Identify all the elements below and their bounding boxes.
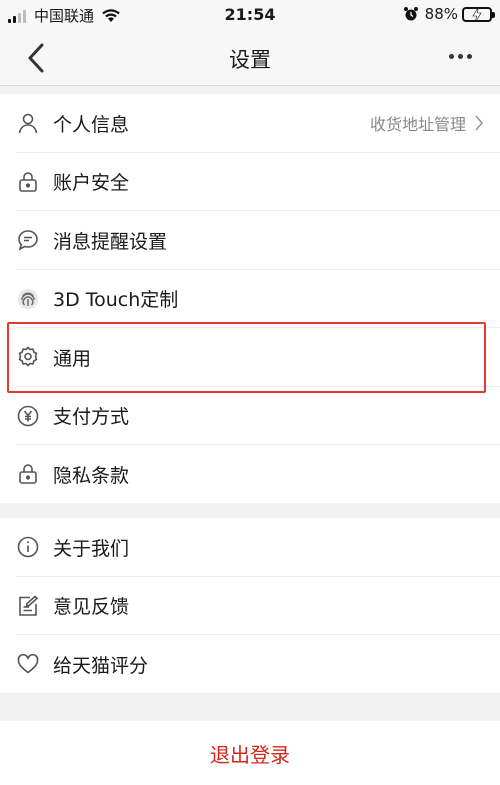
row-account-security[interactable]: 账户安全 [0, 153, 500, 211]
battery-icon [462, 6, 495, 22]
message-icon [16, 228, 40, 252]
row-feedback[interactable]: 意见反馈 [0, 577, 500, 635]
info-icon [16, 535, 40, 559]
row-label: 账户安全 [53, 172, 130, 195]
row-label: 个人信息 [53, 113, 130, 136]
more-dots-icon[interactable] [445, 54, 472, 59]
yen-icon [16, 404, 40, 428]
row-payment-methods[interactable]: 支付方式 [0, 387, 500, 445]
address-management-link[interactable]: 收货地址管理 [370, 111, 466, 135]
row-label: 通用 [53, 347, 92, 370]
row-label: 意见反馈 [53, 596, 130, 619]
settings-group-main: 个人信息 收货地址管理 账户安全 消息提醒设置 3D Touch定制 通用 支付… [0, 94, 500, 503]
row-general[interactable]: 通用 [0, 328, 500, 387]
page-title: 设置 [229, 48, 271, 72]
feedback-icon [16, 594, 40, 618]
row-privacy-terms[interactable]: 隐私条款 [0, 445, 500, 504]
row-label: 3D Touch定制 [53, 289, 179, 312]
fingerprint-icon [16, 287, 40, 311]
row-about-us[interactable]: 关于我们 [0, 518, 500, 577]
status-bar: 中国联通 21:54 88% [0, 0, 500, 30]
logout-button[interactable]: 退出登录 [0, 721, 500, 785]
logout-group: 退出登录 [0, 721, 500, 785]
lock-icon [16, 462, 40, 486]
row-personal-info[interactable]: 个人信息 收货地址管理 [0, 94, 500, 153]
heart-icon [16, 652, 40, 676]
settings-group-about: 关于我们 意见反馈 给天猫评分 [0, 518, 500, 693]
user-icon [16, 111, 40, 135]
battery-percent: 88% [424, 5, 458, 23]
row-3d-touch[interactable]: 3D Touch定制 [0, 270, 500, 328]
row-notification-settings[interactable]: 消息提醒设置 [0, 211, 500, 270]
nav-bar: 设置 [0, 30, 500, 86]
row-label: 隐私条款 [53, 464, 130, 487]
row-rate-tmall[interactable]: 给天猫评分 [0, 635, 500, 694]
alarm-clock-icon [403, 7, 418, 21]
row-label: 消息提醒设置 [53, 230, 168, 253]
lock-icon [16, 170, 40, 194]
row-right: 收货地址管理 [370, 94, 484, 153]
row-label: 关于我们 [53, 537, 130, 560]
row-label: 给天猫评分 [53, 654, 149, 677]
status-right: 88% [403, 5, 495, 23]
gear-icon [16, 345, 40, 369]
row-label: 支付方式 [53, 406, 130, 429]
chevron-right-icon [475, 115, 484, 131]
charging-bolt-icon [472, 7, 482, 22]
